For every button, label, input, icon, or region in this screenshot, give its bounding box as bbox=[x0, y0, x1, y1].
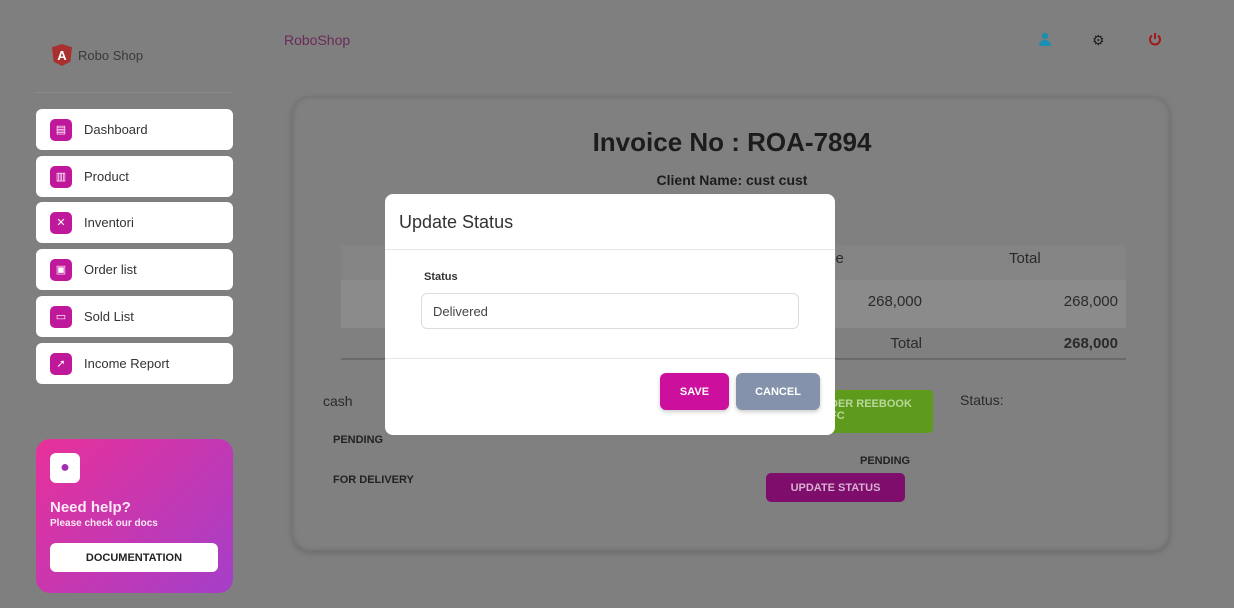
lightbulb-icon: ● bbox=[50, 453, 80, 483]
tools-icon: ✕ bbox=[50, 211, 72, 234]
divider bbox=[36, 92, 233, 93]
label: Dashboard bbox=[84, 122, 148, 137]
label: Product bbox=[84, 169, 129, 184]
modal-title: Update Status bbox=[385, 194, 835, 250]
header-total: Total bbox=[1009, 250, 1041, 267]
help-card: ● Need help? Please check our docs DOCUM… bbox=[36, 439, 233, 593]
label: Order list bbox=[84, 262, 137, 277]
chart-icon: ▥ bbox=[50, 165, 72, 188]
pending-status: PENDING bbox=[333, 434, 384, 446]
invoice-title: Invoice No : ROA-7894 bbox=[592, 127, 872, 157]
pending-status-right: PENDING bbox=[860, 455, 911, 467]
price-cell: 268,000 bbox=[867, 293, 922, 310]
footer-label: Total bbox=[890, 335, 922, 352]
status-field-label: Status bbox=[424, 271, 458, 283]
gear-icon[interactable]: ⚙ bbox=[1092, 32, 1105, 49]
logo-text: Robo Shop bbox=[78, 47, 144, 63]
brand-title: RoboShop bbox=[284, 32, 351, 48]
modal-footer-divider bbox=[385, 358, 835, 359]
angular-logo-icon: A bbox=[52, 44, 72, 66]
card-icon: ▭ bbox=[50, 305, 72, 328]
update-status-button[interactable]: UPDATE STATUS bbox=[766, 473, 905, 502]
label: Sold List bbox=[84, 309, 134, 324]
client-name: Client Name: cust cust bbox=[656, 172, 808, 188]
rocket-icon: ➚ bbox=[50, 352, 72, 375]
sidebar-item-order-list[interactable]: ▣ Order list bbox=[36, 249, 233, 290]
sidebar-item-inventori[interactable]: ✕ Inventori bbox=[36, 202, 233, 243]
help-title: Need help? bbox=[50, 499, 131, 516]
user-icon[interactable] bbox=[1038, 32, 1052, 49]
sidebar-item-sold-list[interactable]: ▭ Sold List bbox=[36, 296, 233, 337]
document-icon: ▣ bbox=[50, 258, 72, 281]
status-input[interactable] bbox=[421, 293, 799, 329]
order-button-line2: FC bbox=[830, 410, 845, 422]
save-button[interactable]: SAVE bbox=[660, 373, 729, 410]
label: Inventori bbox=[84, 215, 134, 230]
order-button-line1: DER REEBOOK bbox=[830, 398, 912, 410]
power-icon[interactable] bbox=[1148, 32, 1162, 49]
label: Income Report bbox=[84, 356, 170, 371]
payment-method: cash bbox=[323, 393, 353, 409]
delivery-status: FOR DELIVERY bbox=[333, 474, 414, 486]
status-label: Status: bbox=[960, 392, 1004, 408]
update-status-modal: Update Status Status SAVE CANCEL bbox=[385, 194, 835, 435]
sidebar-item-product[interactable]: ▥ Product bbox=[36, 156, 233, 197]
total-cell: 268,000 bbox=[1063, 293, 1118, 310]
sidebar-item-income-report[interactable]: ➚ Income Report bbox=[36, 343, 233, 384]
cancel-button[interactable]: CANCEL bbox=[736, 373, 820, 410]
footer-total: 268,000 bbox=[1063, 335, 1118, 352]
store-icon: ▤ bbox=[50, 118, 72, 141]
documentation-button[interactable]: DOCUMENTATION bbox=[50, 543, 218, 572]
logo[interactable]: A Robo Shop bbox=[52, 44, 143, 66]
help-subtitle: Please check our docs bbox=[50, 518, 158, 529]
sidebar-item-dashboard[interactable]: ▤ Dashboard bbox=[36, 109, 233, 150]
